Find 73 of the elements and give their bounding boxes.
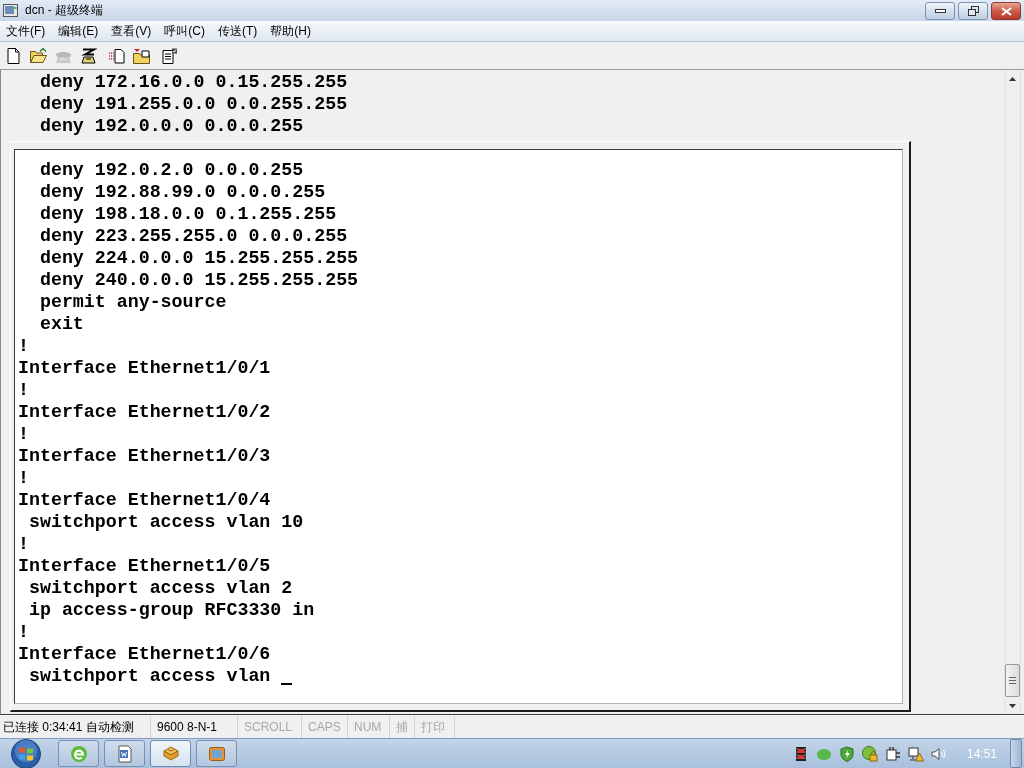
terminal-line: ! [18,379,29,401]
minimize-button[interactable] [925,2,955,20]
terminal-line: switchport access vlan [28,665,271,687]
terminal-line: deny 192.0.0.0 0.0.0.255 [39,115,304,137]
document-icon[interactable] [161,47,178,64]
menu-item[interactable]: 编辑(E) [52,20,105,42]
taskbar-button[interactable] [196,740,237,767]
page-icon[interactable] [5,47,22,64]
terminal-line: deny 172.16.0.0 0.15.255.255 [39,71,348,93]
menu-item[interactable]: 呼叫(C) [158,20,211,42]
scrollbar-track[interactable] [1004,70,1021,714]
taskbar-button[interactable] [150,740,191,767]
terminal-line: Interface Ethernet1/0/3 [18,445,271,467]
app-icon [3,4,18,17]
window-icon [207,744,226,763]
status-indicator: CAPS [308,720,341,734]
terminal-line: ! [18,335,29,357]
close-button[interactable] [991,2,1021,20]
plug-icon [884,745,901,762]
page-with-dots-icon[interactable] [108,47,125,64]
terminal-line: switchport access vlan 2 [28,577,293,599]
window-title: dcn - 超级终端 [25,2,103,19]
speaker-icon [930,745,947,762]
terminal-line: deny 191.255.0.0 0.0.255.255 [39,93,348,115]
menu-item[interactable]: 传送(T) [212,20,264,42]
status-indicator: NUM [354,720,382,734]
port-settings-status: 9600 8-N-1 [157,720,218,734]
terminal-line: deny 192.0.2.0 0.0.0.255 [39,159,304,181]
terminal-line: permit any-source [39,291,227,313]
status-indicator: 打印 [421,718,445,736]
terminal-line: Interface Ethernet1/0/4 [18,489,271,511]
terminal-line: deny 192.88.99.0 0.0.0.255 [39,181,326,203]
document-icon [115,744,134,763]
menu-item[interactable]: 文件(F) [0,20,52,42]
terminal-line: deny 224.0.0.0 15.255.255.255 [39,247,359,269]
taskbar-button[interactable] [104,740,145,767]
terminal-line: deny 198.18.0.0 0.1.255.255 [39,203,337,225]
close-icon [1000,6,1012,16]
terminal-line: Interface Ethernet1/0/6 [18,643,271,665]
network-warning-icon [907,745,924,762]
folder-icon[interactable] [30,47,47,64]
globe-lock-icon [861,745,878,762]
shield-icon [838,745,855,762]
terminal-line: deny 223.255.255.0 0.0.0.255 [39,225,348,247]
terminal-line: ! [18,621,29,643]
terminal-line: Interface Ethernet1/0/5 [18,555,271,577]
grip-icon [1009,677,1016,684]
terminal-line: deny 240.0.0.0 15.255.255.255 [39,269,359,291]
terminal-line: ip access-group RFC3330 in [28,599,315,621]
cube-icon [161,744,180,763]
terminal-line: Interface Ethernet1/0/2 [18,401,271,423]
letter-e-icon [69,744,88,763]
terminal-line: ! [18,533,29,555]
restore-icon [967,6,979,16]
connection-status: 已连接 0:34:41 [3,718,83,736]
caret-down-icon [1009,703,1016,708]
terminal-line: exit [39,313,84,335]
emulation-status: 自动检测 [86,718,135,736]
handset-icon[interactable] [80,47,97,64]
status-indicator: SCROLL [244,720,293,734]
folder-arrow-icon[interactable] [133,47,150,64]
restore-button[interactable] [958,2,988,20]
terminal-line: ! [18,467,29,489]
terminal-line: Interface Ethernet1/0/1 [18,357,271,379]
taskbar-button[interactable] [58,740,99,767]
terminal-line: ! [18,423,29,445]
menu-item[interactable]: 查看(V) [105,20,158,42]
status-indicator: 捕 [396,718,408,736]
scrollbar-thumb[interactable] [1005,664,1020,697]
caret-up-icon [1009,76,1016,81]
terminal-line: switchport access vlan 10 [28,511,304,533]
minimize-icon [934,9,946,13]
menu-item[interactable]: 帮助(H) [264,20,317,42]
